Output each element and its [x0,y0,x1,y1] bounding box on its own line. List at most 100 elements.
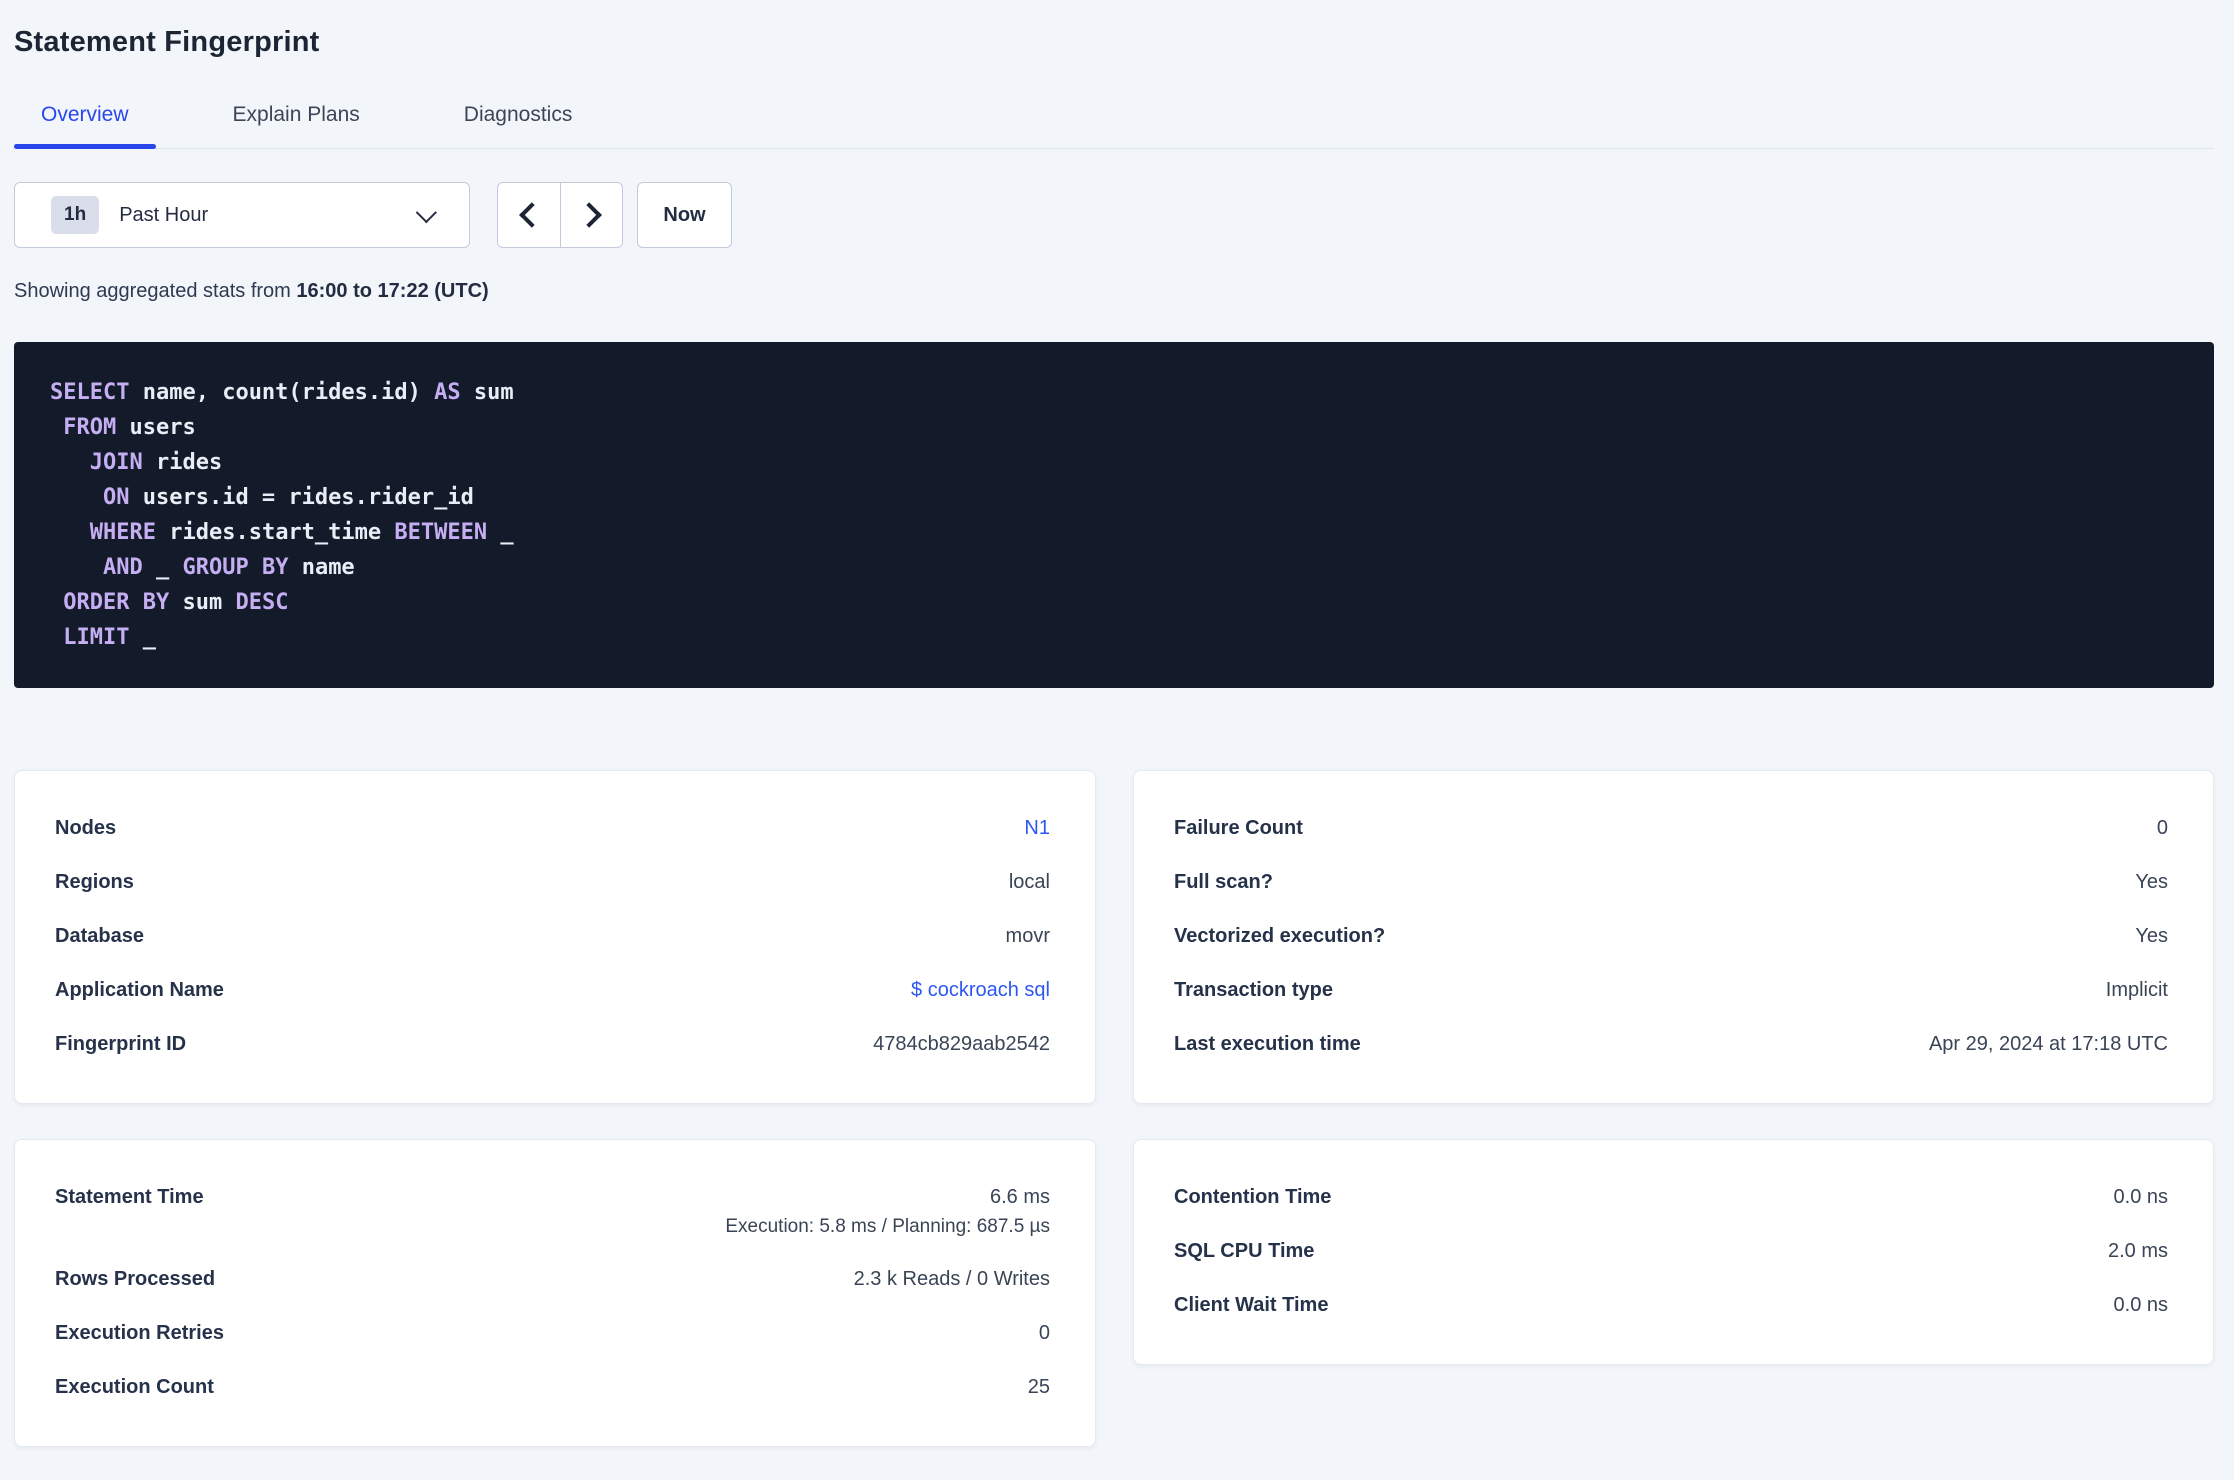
sql-token: ON [102,485,130,510]
stat-value-wrap: Yes [2135,909,2168,963]
sql-token: LIMIT [63,625,130,650]
stat-row-execution-retries: Execution Retries 0 [15,1306,1095,1360]
stat-value-wrap: Implicit [2106,963,2168,1017]
aggregation-note: Showing aggregated stats from 16:00 to 1… [14,276,2214,306]
sql-token: rides.start_time [155,520,395,545]
stat-row-failure-count: Failure Count 0 [1134,801,2213,855]
stat-value-wrap: 25 [1028,1360,1050,1414]
aggregation-note-range: 16:00 to 17:22 (UTC) [296,280,489,302]
stat-value-failure-count: 0 [2156,817,2168,839]
sql-line: JOIN rides [50,445,2178,480]
sql-token: AND [102,555,143,580]
stat-value-wrap: 0.0 ns [2114,1278,2168,1332]
sql-token: name [288,555,355,580]
stat-label-vectorized-execution: Vectorized execution? [1174,925,1386,947]
time-prev-button[interactable] [497,182,560,248]
tab-diagnostics[interactable]: Diagnostics [437,78,600,148]
stat-value-last-execution-time: Apr 29, 2024 at 17:18 UTC [1928,1033,2168,1055]
stat-value-link-nodes[interactable]: N1 [1024,801,1050,855]
statement-fingerprint-page: Statement Fingerprint Overview Explain P… [0,22,2234,1447]
time-range-label: Past Hour [119,203,209,226]
time-range-dropdown[interactable]: 1h Past Hour [14,182,470,248]
sql-line: WHERE rides.start_time BETWEEN _ [50,515,2178,550]
time-controls: 1h Past Hour Now [14,182,2214,248]
stat-label-regions: Regions [55,871,134,893]
stat-label-transaction-type: Transaction type [1174,979,1333,1001]
sql-token: sum [460,380,514,405]
stat-value-regions: local [1008,871,1050,893]
stat-value-sql-cpu-time: 2.0 ms [2107,1240,2168,1262]
sql-line: ORDER BY sum DESC [50,585,2178,620]
stat-value-contention-time: 0.0 ns [2113,1186,2168,1208]
stat-subvalue-statement-time: Execution: 5.8 ms / Planning: 687.5 µs [725,1216,1050,1237]
stat-label-execution-retries: Execution Retries [55,1322,224,1344]
sql-token: JOIN [89,450,143,475]
stat-row-database: Database movr [15,909,1095,963]
sql-token: _ [142,555,183,580]
stat-row-transaction-type: Transaction type Implicit [1134,963,2213,1017]
stat-value-execution-count: 25 [1027,1376,1050,1398]
stat-value-fingerprint-id: 4784cb829aab2542 [873,1033,1050,1055]
stat-value-wrap: 6.6 ms Execution: 5.8 ms / Planning: 687.… [725,1170,1050,1238]
stat-value-full-scan: Yes [2135,871,2168,893]
stat-row-regions: Regions local [15,855,1095,909]
sql-token: ORDER BY [63,590,170,615]
tab-explain-plans[interactable]: Explain Plans [206,78,387,148]
stat-label-sql-cpu-time: SQL CPU Time [1174,1240,1315,1262]
stat-label-full-scan: Full scan? [1174,871,1273,893]
sql-line: AND _ GROUP BY name [50,550,2178,585]
sql-line: FROM users [50,410,2178,445]
time-range-badge: 1h [51,196,100,234]
stat-value-wrap: Yes [2135,855,2168,909]
stat-row-fingerprint-id: Fingerprint ID 4784cb829aab2542 [15,1017,1095,1071]
stat-label-rows-processed: Rows Processed [55,1268,216,1290]
stat-row-contention-time: Contention Time 0.0 ns [1134,1170,2213,1224]
time-window-arrows [497,182,623,248]
page-title: Statement Fingerprint [14,26,320,58]
now-button[interactable]: Now [637,182,732,248]
stat-row-execution-count: Execution Count 25 [15,1360,1095,1414]
sql-token: AS [434,380,461,405]
stat-label-nodes: Nodes [55,817,117,839]
statement-times-card: Statement Time 6.6 ms Execution: 5.8 ms / … [14,1139,1096,1447]
stat-value-wrap: local [1009,855,1050,909]
stat-label-failure-count: Failure Count [1174,817,1303,839]
stat-value-wrap: $ cockroach sql [911,963,1050,1017]
stat-value-wrap: Apr 29, 2024 at 17:18 UTC [1929,1017,2168,1071]
stat-value-wrap: 2.3 k Reads / 0 Writes [854,1252,1050,1306]
stat-value-wrap: 4784cb829aab2542 [873,1017,1050,1071]
stat-row-statement-time: Statement Time 6.6 ms Execution: 5.8 ms / … [15,1170,1095,1252]
time-next-button[interactable] [560,182,623,248]
stat-row-vectorized-execution: Vectorized execution? Yes [1134,909,2213,963]
stat-value-link-application-name[interactable]: $ cockroach sql [911,963,1050,1017]
stat-row-sql-cpu-time: SQL CPU Time 2.0 ms [1134,1224,2213,1278]
sql-line: ON users.id = rides.rider_id [50,480,2178,515]
stat-value-database: movr [1005,925,1050,947]
stat-value-wrap: 0 [2157,801,2168,855]
chevron-right-icon [575,202,602,228]
sql-line: SELECT name, count(rides.id) AS sum [50,375,2178,410]
wait-times-card: Contention Time 0.0 ns SQL CPU Time 2.0 ms C… [1133,1139,2214,1365]
stat-label-execution-count: Execution Count [55,1376,214,1398]
stat-row-application-name: Application Name $ cockroach sql [15,963,1095,1017]
tab-bar: Overview Explain Plans Diagnostics [14,78,2214,149]
stats-cards-grid: Nodes N1 Regions local Database movr Applicati… [14,770,2214,1447]
stat-value-wrap: movr [1006,909,1050,963]
sql-line: LIMIT _ [50,620,2178,655]
sql-token: _ [129,625,156,650]
stat-value-wrap: 2.0 ms [2108,1224,2168,1278]
stat-value-wrap: 0.0 ns [2114,1170,2168,1224]
sql-statement-box: SELECT name, count(rides.id) AS sum FROM… [14,342,2214,688]
tab-overview[interactable]: Overview [14,78,156,149]
stat-label-database: Database [55,925,144,947]
chevron-left-icon [519,202,545,228]
stat-label-last-execution-time: Last execution time [1174,1033,1361,1055]
stat-row-rows-processed: Rows Processed 2.3 k Reads / 0 Writes [15,1252,1095,1306]
chevron-down-icon [415,201,437,223]
